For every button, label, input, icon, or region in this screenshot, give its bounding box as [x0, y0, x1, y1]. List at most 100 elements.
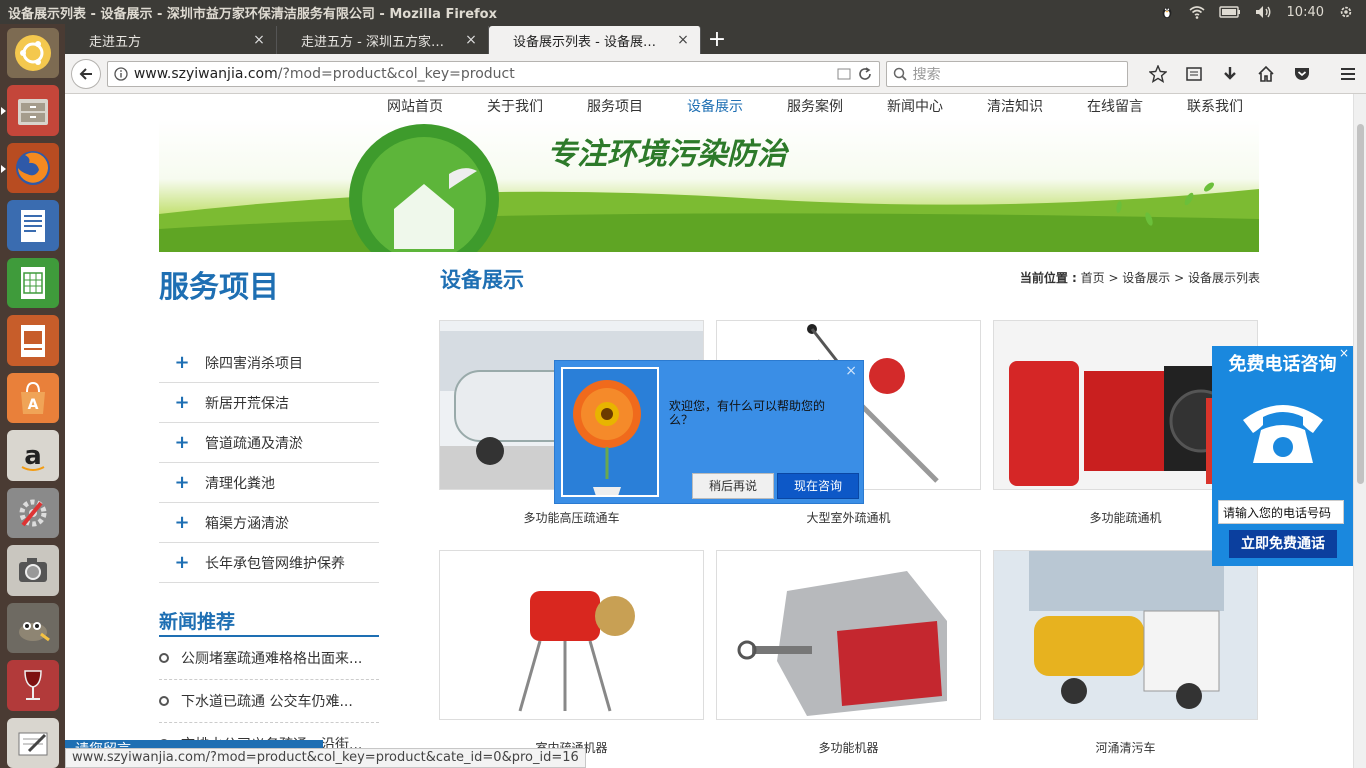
wifi-icon[interactable] — [1189, 5, 1205, 19]
system-tray: 10:40 — [1159, 0, 1366, 24]
reload-icon[interactable] — [857, 66, 873, 82]
home-button[interactable] — [1254, 62, 1278, 86]
ubuntu-dash-icon — [14, 35, 51, 72]
firefox-window: 走进五方 × 走进五方 - 深圳五方家… × 设备展示列表 - 设备展… × +… — [65, 24, 1366, 768]
breadcrumb-label: 当前位置 : — [1019, 271, 1077, 285]
product-name[interactable]: 多功能机器 — [716, 739, 981, 756]
download-arrow-icon — [1224, 66, 1236, 80]
product-name[interactable]: 河涌清污车 — [993, 739, 1258, 756]
menu-button[interactable] — [1336, 62, 1360, 86]
scrollbar-thumb[interactable] — [1357, 124, 1364, 484]
pocket-icon — [1295, 67, 1309, 80]
new-tab-button[interactable]: + — [701, 26, 733, 54]
news-link[interactable]: 公厕堵塞疏通难格格出面来... — [181, 648, 362, 668]
nav-equipment[interactable]: 设备展示 — [665, 94, 765, 120]
news-link[interactable]: 下水道已疏通 公交车仍难... — [181, 691, 353, 711]
service-item[interactable]: + 除四害消杀项目 — [159, 343, 379, 383]
tab-2-active[interactable]: 设备展示列表 - 设备展… × — [489, 26, 701, 54]
nav-message[interactable]: 在线留言 — [1065, 94, 1165, 120]
launcher-gimp[interactable] — [6, 602, 59, 654]
nav-services[interactable]: 服务项目 — [565, 94, 665, 120]
star-icon — [1149, 64, 1167, 83]
product-image[interactable] — [439, 550, 704, 720]
product-card[interactable]: 室内疏通机器 — [439, 550, 704, 756]
launcher-impress[interactable] — [6, 315, 59, 366]
launcher-dash[interactable] — [6, 28, 59, 79]
service-item[interactable]: + 长年承包管网维护保养 — [159, 543, 379, 583]
launcher-files[interactable] — [0, 85, 59, 136]
banner: 专注环境污染防治 — [159, 119, 1259, 252]
service-item[interactable]: + 清理化粪池 — [159, 463, 379, 503]
power-gear-icon[interactable] — [1338, 5, 1354, 19]
chat-close-icon[interactable]: × — [845, 363, 857, 379]
nav-about[interactable]: 关于我们 — [465, 94, 565, 120]
back-button[interactable] — [71, 58, 101, 89]
service-item[interactable]: + 箱渠方涵清淤 — [159, 503, 379, 543]
product-image[interactable] — [993, 550, 1258, 720]
product-card[interactable]: 多功能机器 — [716, 550, 981, 756]
product-card[interactable]: 河涌清污车 — [993, 550, 1258, 756]
services-heading: 服务项目 — [159, 270, 279, 305]
launcher-wine[interactable] — [6, 660, 59, 711]
tab-1[interactable]: 走进五方 - 深圳五方家… × — [277, 26, 489, 54]
camera-icon — [18, 558, 47, 583]
later-button[interactable]: 稍后再说 — [692, 473, 774, 499]
url-bar[interactable]: www.szyiwanjia.com/?mod=product&col_key=… — [106, 60, 880, 87]
clock[interactable]: 10:40 — [1287, 5, 1324, 20]
service-label: 长年承包管网维护保养 — [205, 555, 345, 572]
tab-close-icon[interactable]: × — [676, 32, 690, 48]
news-item[interactable]: 公厕堵塞疏通难格格出面来... — [159, 637, 379, 680]
chat-photo — [561, 367, 659, 497]
nav-news[interactable]: 新闻中心 — [865, 94, 965, 120]
volume-icon[interactable] — [1255, 5, 1273, 19]
launcher-amazon[interactable]: a — [6, 430, 59, 481]
bookmark-star-button[interactable] — [1146, 62, 1170, 86]
sewage-truck-photo — [994, 551, 1257, 719]
news-heading: 新闻推荐 — [159, 607, 379, 637]
svg-text:A: A — [27, 397, 38, 413]
left-sidebar: 服务项目 + 除四害消杀项目 + 新居开荒保洁 + 管道疏通及清淤 + 清理化粪池 + 箱… — [159, 252, 379, 766]
tux-icon[interactable] — [1159, 5, 1175, 19]
launcher-software-center[interactable]: A — [6, 372, 59, 424]
toolbar-icons — [1146, 62, 1360, 86]
info-icon[interactable] — [114, 66, 128, 81]
free-call-title: 免费电话咨询 — [1228, 354, 1337, 375]
reader-view-icon[interactable] — [837, 67, 851, 81]
launcher-firefox[interactable] — [0, 142, 59, 194]
launcher-calc[interactable] — [6, 257, 59, 309]
launcher-camera[interactable] — [6, 545, 59, 596]
launcher-text-editor[interactable] — [6, 717, 59, 768]
tab-label: 走进五方 — [89, 34, 142, 50]
downloads-button[interactable] — [1218, 62, 1242, 86]
free-call-button[interactable]: 立即免费通话 — [1229, 530, 1337, 558]
nav-home[interactable]: 网站首页 — [365, 94, 465, 120]
breadcrumb-path[interactable]: 首页 > 设备展示 > 设备展示列表 — [1077, 271, 1260, 285]
tab-0[interactable]: 走进五方 × — [65, 26, 277, 54]
tab-close-icon[interactable]: × — [252, 32, 266, 48]
navigation-toolbar: www.szyiwanjia.com/?mod=product&col_key=… — [65, 54, 1366, 94]
product-name[interactable]: 多功能高压疏通车 — [439, 509, 704, 526]
nav-contact[interactable]: 联系我们 — [1165, 94, 1265, 120]
service-item[interactable]: + 新居开荒保洁 — [159, 383, 379, 423]
bullet-circle-icon — [159, 696, 169, 706]
banner-slogan: 专注环境污染防治 — [547, 137, 787, 172]
product-name[interactable]: 大型室外疏通机 — [716, 509, 981, 526]
news-item[interactable]: 下水道已疏通 公交车仍难... — [159, 680, 379, 723]
site-nav: 网站首页 关于我们 服务项目 设备展示 服务案例 新闻中心 清洁知识 在线留言 … — [365, 94, 1265, 120]
consult-now-button[interactable]: 现在咨询 — [777, 473, 859, 499]
free-call-close-icon[interactable]: × — [1339, 346, 1349, 360]
search-bar[interactable]: 搜索 — [885, 60, 1128, 87]
phone-number-input[interactable]: 请输入您的电话号码 — [1218, 500, 1344, 524]
impress-icon — [20, 324, 45, 357]
product-image[interactable] — [716, 550, 981, 720]
launcher-writer[interactable] — [6, 200, 59, 251]
battery-icon[interactable] — [1218, 5, 1241, 19]
tab-close-icon[interactable]: × — [464, 32, 478, 48]
launcher-settings[interactable] — [6, 487, 59, 539]
service-item[interactable]: + 管道疏通及清淤 — [159, 423, 379, 463]
reading-list-button[interactable] — [1182, 62, 1206, 86]
nav-knowledge[interactable]: 清洁知识 — [965, 94, 1065, 120]
nav-cases[interactable]: 服务案例 — [765, 94, 865, 120]
vertical-scrollbar[interactable] — [1353, 94, 1366, 768]
pocket-button[interactable] — [1290, 62, 1314, 86]
